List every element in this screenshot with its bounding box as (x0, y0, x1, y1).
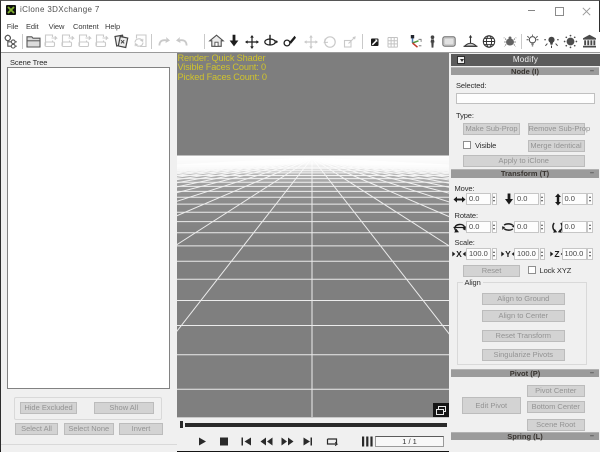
svg-text:X: X (456, 249, 462, 259)
svg-text:Z: Z (554, 249, 559, 259)
svg-text:Y: Y (505, 249, 511, 259)
